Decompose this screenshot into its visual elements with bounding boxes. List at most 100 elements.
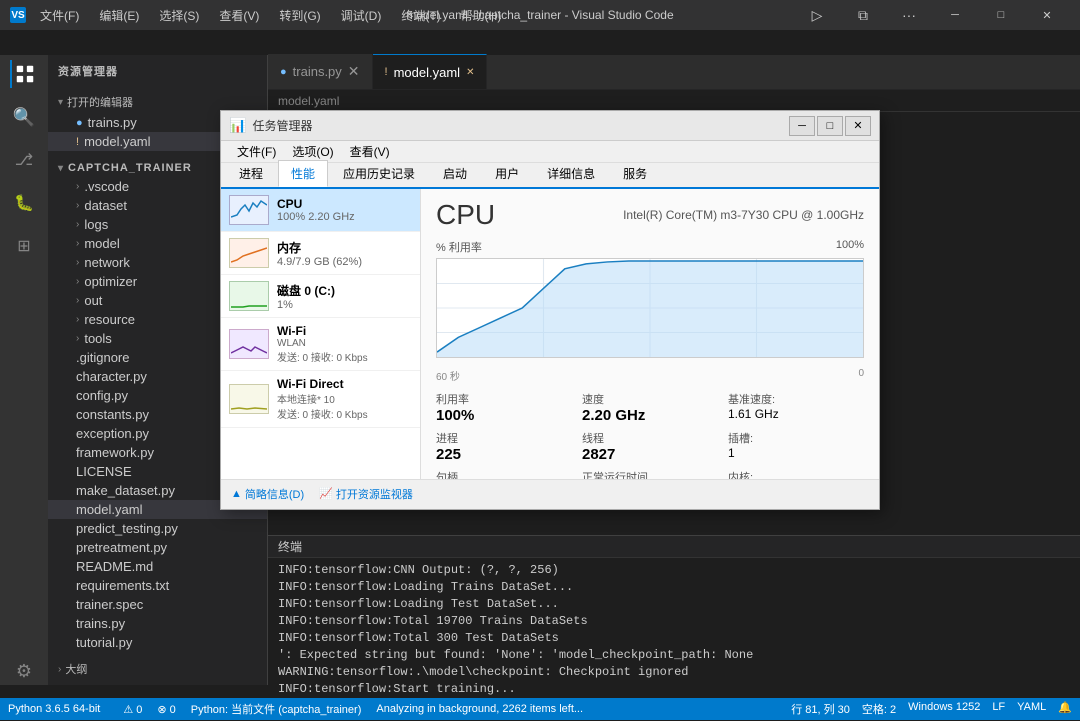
status-lang[interactable]: YAML <box>1017 701 1046 717</box>
tm-minimize-button[interactable]: ─ <box>789 116 815 136</box>
tm-wifid-sub: 本地连接* 10发送: 0 接收: 0 Kbps <box>277 391 412 421</box>
file-tutorial[interactable]: tutorial.py <box>48 633 267 652</box>
tm-cpu-info: CPU 100% 2.20 GHz <box>277 197 412 223</box>
status-errors[interactable]: ⚠ 0 <box>123 703 142 716</box>
tm-tabs: 进程 性能 应用历史记录 启动 用户 详细信息 服务 <box>221 163 879 189</box>
tab-trains-close[interactable]: ✕ <box>348 63 360 80</box>
file-model-yaml-label: model.yaml <box>76 502 142 517</box>
tm-tab-services[interactable]: 服务 <box>610 160 660 187</box>
term-line-7: WARNING:tensorflow:.\model\checkpoint: C… <box>278 665 1070 682</box>
status-encoding[interactable]: Windows 1252 <box>908 701 980 717</box>
open-file-trains-label: trains.py <box>88 115 137 130</box>
tm-time-end: 0 <box>858 368 864 383</box>
status-bell[interactable]: 🔔 <box>1058 701 1072 717</box>
file-predict-testing[interactable]: predict_testing.py <box>48 519 267 538</box>
tm-wifi-name: Wi-Fi <box>277 324 412 338</box>
file-requirements-label: requirements.txt <box>76 578 169 593</box>
tm-footer: ▲ 简略信息(D) 📈 打开资源监视器 <box>221 479 879 507</box>
tm-stat-sockets-value: 1 <box>728 446 864 460</box>
arrow-optimizer: › <box>76 276 79 287</box>
file-character-label: character.py <box>76 369 147 384</box>
folder-logs-label: logs <box>84 217 108 232</box>
maven-title[interactable]: › MAVEN 项目 <box>48 680 267 685</box>
sidebar-icon-explorer[interactable] <box>10 60 38 88</box>
file-tutorial-label: tutorial.py <box>76 635 132 650</box>
menu-debug[interactable]: 调试(D) <box>335 7 388 24</box>
tm-tab-performance[interactable]: 性能 <box>278 160 328 187</box>
tm-tab-users[interactable]: 用户 <box>482 160 532 187</box>
tm-list-item-cpu[interactable]: CPU 100% 2.20 GHz <box>221 189 420 232</box>
tm-stat-handles: 句柄 104259 <box>436 469 572 479</box>
arrow-model: › <box>76 238 79 249</box>
tm-tab-app-history[interactable]: 应用历史记录 <box>330 160 428 187</box>
tm-stat-basespeed-value: 1.61 GHz <box>728 407 864 421</box>
outline-title[interactable]: › 大纲 <box>48 658 267 680</box>
file-pretreatment[interactable]: pretreatment.py <box>48 538 267 557</box>
tab-bar: ● trains.py ✕ ! model.yaml ✕ <box>268 55 1080 90</box>
file-framework-label: framework.py <box>76 445 154 460</box>
file-requirements[interactable]: requirements.txt <box>48 576 267 595</box>
sidebar-icon-settings[interactable]: ⚙ <box>10 657 38 685</box>
menu-edit[interactable]: 编辑(E) <box>93 7 145 24</box>
tm-brief-info-button[interactable]: ▲ 简略信息(D) <box>231 486 304 502</box>
tm-cpu-sub: 100% 2.20 GHz <box>277 211 412 223</box>
tm-stat-uptime-label: 正常运行时间 <box>582 469 718 479</box>
tm-tab-process[interactable]: 进程 <box>226 160 276 187</box>
file-trains[interactable]: trains.py <box>48 614 267 633</box>
tm-title-label: 任务管理器 <box>252 117 312 134</box>
status-warnings[interactable]: ⊗ 0 <box>157 703 175 716</box>
status-spaces[interactable]: 空格: 2 <box>862 701 896 717</box>
tm-list-item-disk[interactable]: 磁盘 0 (C:) 1% <box>221 275 420 318</box>
close-button[interactable]: ✕ <box>1024 0 1070 30</box>
file-readme[interactable]: README.md <box>48 557 267 576</box>
minimize-button[interactable]: ─ <box>932 0 978 30</box>
tm-util-pct: 100% <box>836 239 864 255</box>
split-editor-button[interactable]: ⧉ <box>840 0 886 30</box>
status-line[interactable]: 行 81, 列 30 <box>791 701 850 717</box>
tm-wifi-sub: WLAN发送: 0 接收: 0 Kbps <box>277 338 412 364</box>
tm-stat-uptime: 正常运行时间 5:05:46:21 <box>582 469 718 479</box>
sidebar-icon-debug[interactable]: 🐛 <box>10 189 38 217</box>
sidebar-icon-search[interactable]: 🔍 <box>10 103 38 131</box>
sidebar-icon-git[interactable]: ⎇ <box>10 146 38 174</box>
tm-list-item-wifid[interactable]: Wi-Fi Direct 本地连接* 10发送: 0 接收: 0 Kbps <box>221 371 420 428</box>
status-lf[interactable]: LF <box>992 701 1005 717</box>
taskmanager-window: 📊 任务管理器 ─ □ ✕ 文件(F) 选项(O) 查看(V) 进程 性能 应用… <box>220 110 880 510</box>
tm-stat-util-value: 100% <box>436 407 572 424</box>
term-line-2: INFO:tensorflow:Loading Trains DataSet..… <box>278 580 1070 597</box>
tm-open-monitor-button[interactable]: 📈 打开资源监视器 <box>319 486 413 502</box>
status-branch: Python: 当前文件 (captcha_trainer) <box>191 701 362 717</box>
tm-list-item-mem[interactable]: 内存 4.9/7.9 GB (62%) <box>221 232 420 275</box>
folder-optimizer-label: optimizer <box>84 274 137 289</box>
tm-cpu-model: Intel(R) Core(TM) m3-7Y30 CPU @ 1.00GHz <box>623 208 864 222</box>
term-line-1: INFO:tensorflow:CNN Output: (?, ?, 256) <box>278 563 1070 580</box>
tm-maximize-button[interactable]: □ <box>817 116 843 136</box>
run-button[interactable]: ▷ <box>794 0 840 30</box>
tm-list-item-wifi[interactable]: Wi-Fi WLAN发送: 0 接收: 0 Kbps <box>221 318 420 371</box>
file-trainer-spec-label: trainer.spec <box>76 597 143 612</box>
tab-trains[interactable]: ● trains.py ✕ <box>268 54 373 89</box>
tm-disk-name: 磁盘 0 (C:) <box>277 282 412 299</box>
sidebar-icon-extensions[interactable]: ⊞ <box>10 232 38 260</box>
file-predict-testing-label: predict_testing.py <box>76 521 178 536</box>
tm-title: 📊 任务管理器 <box>229 117 312 134</box>
file-trainer-spec[interactable]: trainer.spec <box>48 595 267 614</box>
status-python[interactable]: Python 3.6.5 64-bit <box>0 698 108 720</box>
tab-model-label: model.yaml <box>394 65 460 80</box>
term-line-8: INFO:tensorflow:Start training... <box>278 682 1070 699</box>
arrow-resource: › <box>76 314 79 325</box>
maximize-button[interactable]: □ <box>978 0 1024 30</box>
tm-tab-startup[interactable]: 启动 <box>430 160 480 187</box>
folder-model-label: model <box>84 236 119 251</box>
tm-mem-info: 内存 4.9/7.9 GB (62%) <box>277 239 412 268</box>
menu-view[interactable]: 查看(V) <box>213 7 265 24</box>
menu-goto[interactable]: 转到(G) <box>273 7 326 24</box>
menu-select[interactable]: 选择(S) <box>153 7 205 24</box>
tm-close-button[interactable]: ✕ <box>845 116 871 136</box>
more-button[interactable]: ··· <box>886 0 932 30</box>
menu-file[interactable]: 文件(F) <box>34 7 85 24</box>
tm-tab-details[interactable]: 详细信息 <box>534 160 608 187</box>
tm-detail-header: CPU Intel(R) Core(TM) m3-7Y30 CPU @ 1.00… <box>436 199 864 231</box>
tab-model[interactable]: ! model.yaml ✕ <box>373 54 488 89</box>
status-analyzing: Analyzing in background, 2262 items left… <box>376 703 583 715</box>
